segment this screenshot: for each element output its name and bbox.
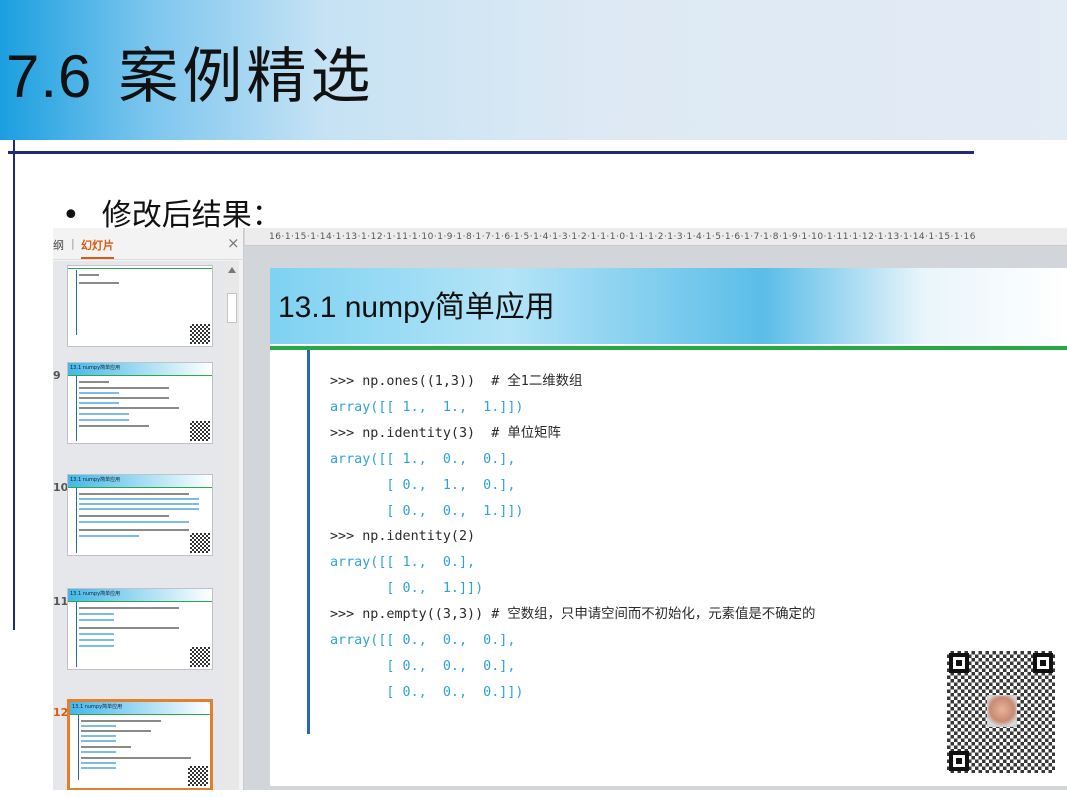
- code-output-line: array([[ 1., 0.],: [330, 555, 476, 571]
- left-accent-line: [13, 140, 15, 630]
- tab-separator: |: [71, 237, 75, 250]
- slide-thumbnail[interactable]: 13.1 numpy简单应用: [67, 588, 213, 670]
- code-output-line: array([[ 1., 0., 0.],: [330, 451, 516, 467]
- slide-thumbnail[interactable]: [67, 265, 213, 347]
- code-output-line: array([[ 0., 0., 0.],: [330, 633, 516, 649]
- panel-tabs: 纲 | 幻灯片 ×: [53, 228, 244, 260]
- tab-outline[interactable]: 纲: [53, 237, 64, 253]
- slide-canvas[interactable]: 13.1 numpy简单应用 >>> np.ones((1,3)) # 全1二维…: [270, 268, 1067, 786]
- code-output-line: array([[ 1., 1., 1.]]): [330, 399, 524, 415]
- scroll-up-arrow-icon[interactable]: [228, 267, 236, 273]
- code-command-line: >>> np.empty((3,3)) # 空数组，只申请空间而不初始化，元素值…: [330, 607, 816, 623]
- slide-title-number: 7.6: [6, 43, 93, 110]
- slide-thumbnail[interactable]: 13.1 numpy简单应用: [67, 474, 213, 556]
- thumb-qr-icon: [190, 421, 210, 441]
- code-output-line: [ 0., 1., 0.],: [330, 477, 516, 493]
- thumb-accent-line: [76, 270, 77, 335]
- slide-number: 9: [53, 369, 61, 382]
- close-icon[interactable]: ×: [227, 234, 240, 252]
- inner-accent-line: [307, 350, 310, 734]
- embedded-screenshot: 纲 | 幻灯片 × 9 13.1 numpy简单应用 10 13.1 numpy…: [53, 228, 1067, 790]
- thumbnail-scrollbar[interactable]: [225, 261, 239, 790]
- slide-thumbnail[interactable]: 13.1 numpy简单应用: [67, 362, 213, 444]
- qr-avatar: [987, 695, 1017, 727]
- slide-title-text: 案例精选: [118, 42, 375, 112]
- horizontal-ruler: 16·1·15·1·14·1·13·1·12·1·11·1·10·1·9·1·8…: [245, 228, 1067, 246]
- code-output-line: [ 0., 0., 1.]]): [330, 503, 524, 519]
- code-output-line: [ 0., 0., 0.],: [330, 658, 516, 674]
- thumb-green-line: [68, 268, 212, 269]
- thumb-qr-icon: [190, 647, 210, 667]
- code-command-line: >>> np.identity(3) # 单位矩阵: [330, 425, 561, 441]
- code-command-line: >>> np.identity(2): [330, 529, 476, 545]
- title-divider: [8, 151, 974, 154]
- thumb-qr-icon: [188, 766, 208, 786]
- scrollbar-thumb[interactable]: [227, 293, 237, 323]
- slide-title: 7.6 案例精选: [6, 28, 374, 115]
- inner-title-divider: [270, 346, 1067, 350]
- qr-code-icon: [947, 651, 1055, 773]
- code-output-line: [ 0., 1.]]): [330, 581, 484, 597]
- slide-thumbnail-selected[interactable]: 13.1 numpy简单应用: [67, 699, 213, 790]
- tab-slides[interactable]: 幻灯片: [81, 237, 114, 259]
- code-block: >>> np.ones((1,3)) # 全1二维数组 array([[ 1., …: [330, 369, 815, 706]
- thumb-qr-icon: [190, 324, 210, 344]
- thumbnail-list[interactable]: 9 13.1 numpy简单应用 10 13.1 numpy简单应用 11 13…: [53, 261, 225, 790]
- inner-slide-title: 13.1 numpy简单应用: [278, 291, 555, 324]
- thumb-qr-icon: [190, 533, 210, 553]
- slide-thumbnail-panel: 纲 | 幻灯片 × 9 13.1 numpy简单应用 10 13.1 numpy…: [53, 228, 244, 790]
- code-command-line: >>> np.ones((1,3)) # 全1二维数组: [330, 374, 583, 389]
- code-output-line: [ 0., 0., 0.]]): [330, 684, 524, 700]
